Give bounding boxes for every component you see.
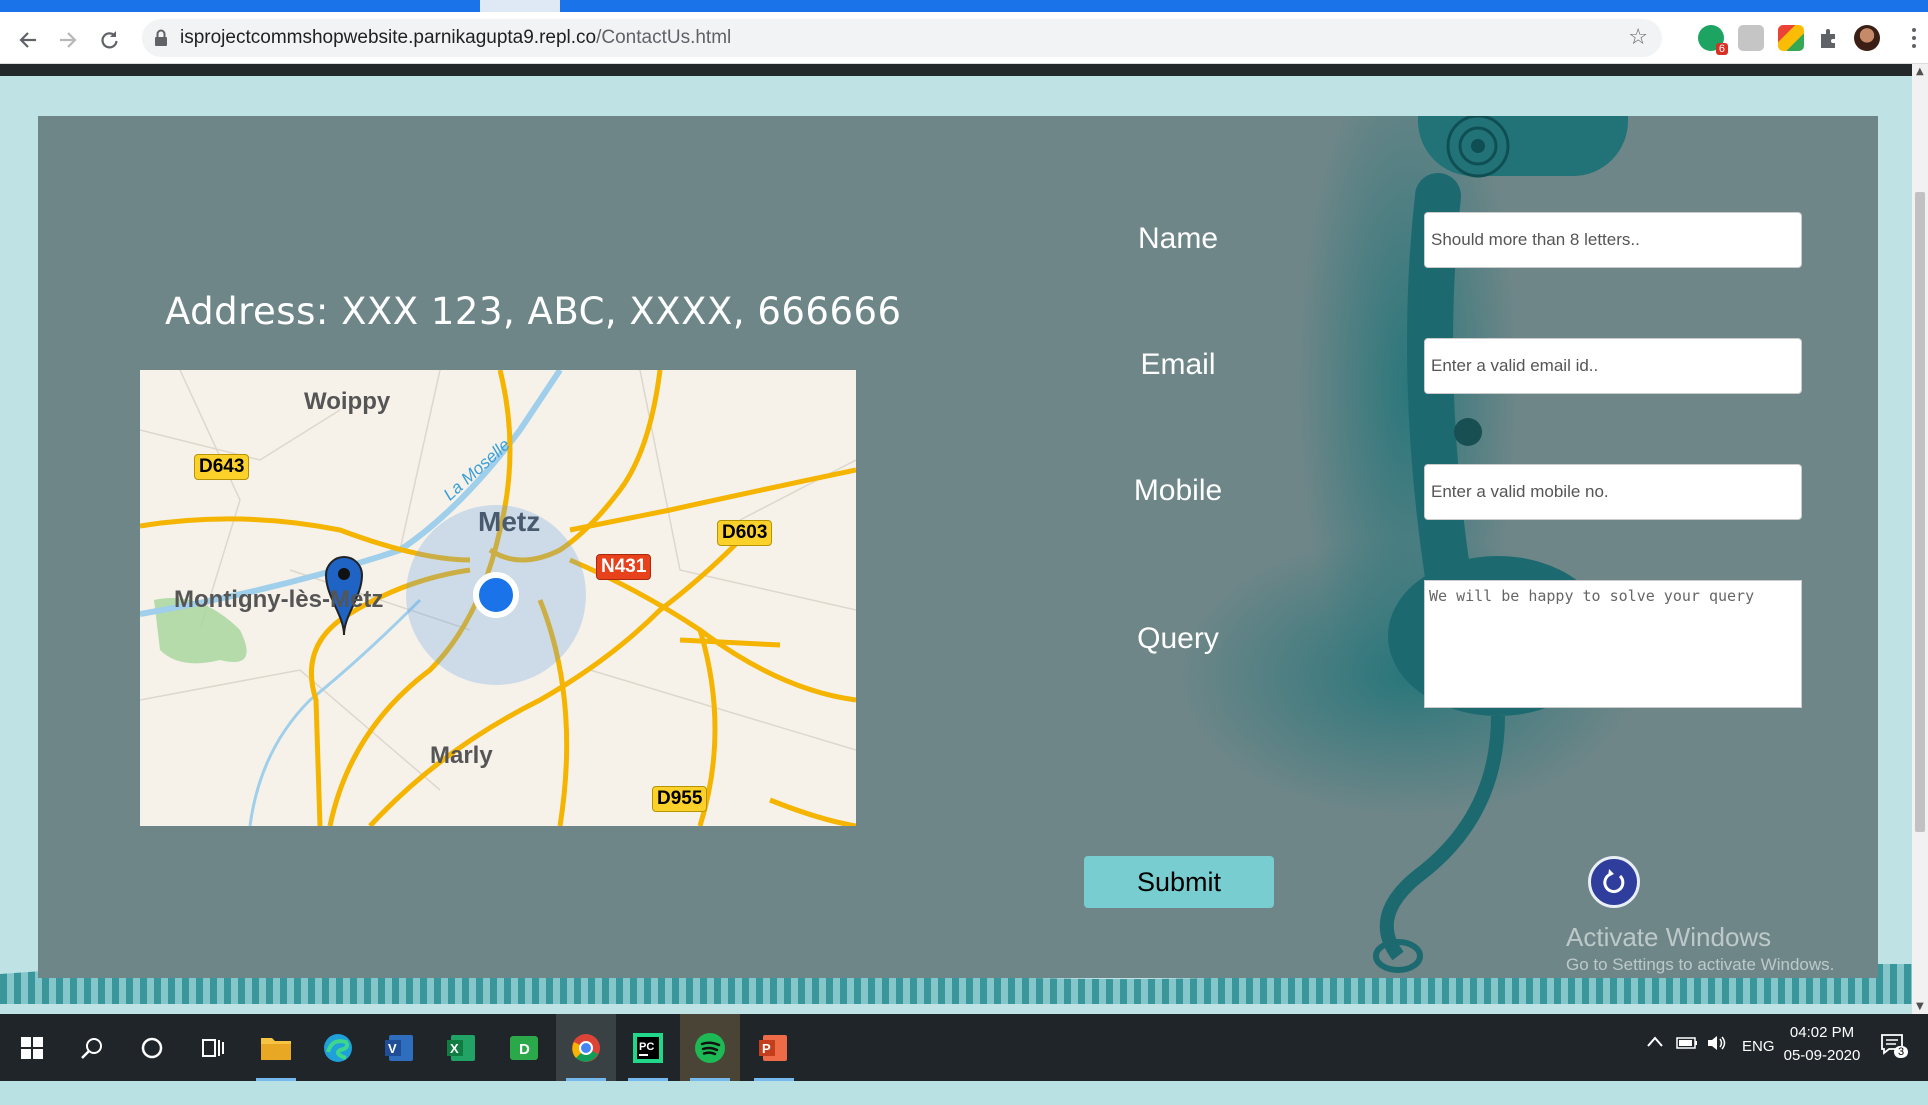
spotify-icon	[695, 1032, 725, 1063]
svg-text:V: V	[388, 1041, 397, 1056]
address-bar[interactable]: isprojectcommshopwebsite.parnikagupta9.r…	[142, 19, 1662, 57]
refresh-icon	[1603, 869, 1625, 894]
reload-icon	[101, 31, 118, 49]
windows-taskbar: V X D PC P ENG 04:02 PM 05-09-2020 3	[0, 1014, 1928, 1081]
svg-text:PC: PC	[639, 1041, 654, 1053]
cortana-button[interactable]	[122, 1014, 182, 1081]
battery-icon[interactable]	[1676, 1036, 1698, 1103]
pycharm-icon: PC	[633, 1032, 663, 1063]
visio-app[interactable]: V	[370, 1014, 430, 1081]
mobile-input[interactable]	[1424, 464, 1802, 520]
edge-icon	[324, 1033, 352, 1062]
reload-button[interactable]	[95, 26, 123, 54]
clock-date: 05-09-2020	[1783, 1047, 1861, 1064]
map-place-metz: Metz	[478, 506, 541, 537]
url-path: /ContactUs.html	[596, 27, 732, 48]
forward-arrow-icon	[60, 32, 77, 48]
bookmark-star-icon[interactable]: ☆	[1628, 25, 1648, 50]
scrollbar-thumb[interactable]	[1915, 192, 1925, 832]
pycharm-app[interactable]: PC	[618, 1014, 678, 1081]
map-road-n431: N431	[596, 554, 652, 580]
query-label: Query	[1137, 622, 1219, 655]
address-text: Address: XXX 123, ABC, XXXX, 666666	[165, 290, 902, 333]
d-app-icon: D	[510, 1035, 538, 1060]
email-input[interactable]	[1424, 338, 1802, 394]
notification-count: 3	[1894, 1046, 1909, 1058]
search-button[interactable]	[62, 1014, 122, 1081]
lock-icon	[155, 29, 167, 46]
map-road-d643: D643	[194, 454, 250, 480]
spotify-app[interactable]	[680, 1014, 740, 1081]
svg-text:X: X	[450, 1041, 459, 1056]
scroll-up-icon[interactable]: ▲	[1916, 66, 1924, 77]
file-explorer-app[interactable]	[246, 1014, 306, 1081]
back-button[interactable]	[14, 26, 42, 54]
url-host: isprojectcommshopwebsite.parnikagupta9.r…	[180, 27, 597, 48]
excel-app[interactable]: X	[432, 1014, 492, 1081]
windows-logo-icon	[21, 1036, 43, 1059]
notification-center-button[interactable]: 3	[1880, 1032, 1909, 1099]
show-hidden-icons[interactable]	[1646, 1034, 1664, 1101]
tab-strip	[0, 0, 1928, 12]
visio-icon: V	[385, 1034, 413, 1061]
mobile-label: Mobile	[1133, 474, 1223, 507]
edge-app[interactable]	[308, 1014, 368, 1081]
search-icon	[81, 1037, 102, 1059]
query-textarea[interactable]	[1424, 580, 1802, 708]
excel-icon: X	[447, 1034, 475, 1061]
folder-icon	[261, 1037, 291, 1060]
map-road-d603: D603	[717, 520, 773, 546]
nav-bar-strip	[0, 64, 1912, 76]
activate-windows-watermark: Activate Windows Go to Settings to activ…	[1566, 922, 1834, 975]
profile-avatar[interactable]	[1854, 25, 1880, 51]
map-place-marly: Marly	[430, 742, 493, 769]
location-map[interactable]: Woippy Metz Montigny-lès-Metz Marly La M…	[140, 370, 856, 826]
task-view-button[interactable]	[182, 1014, 242, 1081]
chevron-up-icon	[1647, 1036, 1663, 1047]
watermark-title: Activate Windows	[1566, 922, 1772, 952]
color-extension-icon[interactable]	[1778, 25, 1804, 51]
refresh-button[interactable]	[1588, 856, 1640, 908]
chrome-app[interactable]	[556, 1014, 616, 1081]
contact-panel: Address: XXX 123, ABC, XXXX, 666666 Woip…	[38, 116, 1878, 978]
language-indicator[interactable]: ENG	[1742, 1038, 1775, 1105]
cortana-circle-icon	[141, 1037, 163, 1058]
browser-toolbar: isprojectcommshopwebsite.parnikagupta9.r…	[0, 12, 1928, 64]
task-view-icon	[202, 1038, 224, 1057]
map-place-montigny: Montigny-lès-Metz	[174, 586, 384, 613]
scroll-down-icon[interactable]: ▼	[1916, 1001, 1924, 1012]
powerpoint-icon: P	[759, 1034, 787, 1061]
map-road-d955: D955	[652, 786, 708, 812]
d-app[interactable]: D	[494, 1014, 554, 1081]
extension-icon[interactable]	[1738, 25, 1764, 51]
name-input[interactable]	[1424, 212, 1802, 268]
start-button[interactable]	[2, 1014, 62, 1081]
volume-icon[interactable]	[1706, 1034, 1728, 1101]
email-label: Email	[1140, 348, 1216, 381]
svg-text:D: D	[519, 1041, 530, 1058]
powerpoint-app[interactable]: P	[744, 1014, 804, 1081]
watermark-subtitle: Go to Settings to activate Windows.	[1566, 955, 1835, 974]
submit-button[interactable]: Submit	[1084, 856, 1274, 908]
extension-badge: 6	[1715, 43, 1728, 55]
menu-kebab-icon[interactable]	[1912, 28, 1916, 52]
url-text: isprojectcommshopwebsite.parnikagupta9.r…	[180, 27, 731, 49]
chrome-icon	[572, 1033, 600, 1062]
back-arrow-icon	[19, 32, 36, 48]
vertical-scrollbar[interactable]: ▲ ▼	[1912, 64, 1928, 1014]
contact-page: Address: XXX 123, ABC, XXXX, 666666 Woip…	[0, 64, 1912, 1014]
puzzle-icon[interactable]	[1816, 25, 1842, 51]
svg-text:P: P	[762, 1041, 771, 1056]
map-place-woippy: Woippy	[304, 388, 391, 415]
active-tab[interactable]	[480, 0, 560, 12]
grammarly-extension-icon[interactable]: 6	[1698, 25, 1728, 55]
name-label: Name	[1137, 222, 1219, 255]
forward-button[interactable]	[54, 26, 82, 54]
clock-time: 04:02 PM	[1789, 1024, 1855, 1041]
